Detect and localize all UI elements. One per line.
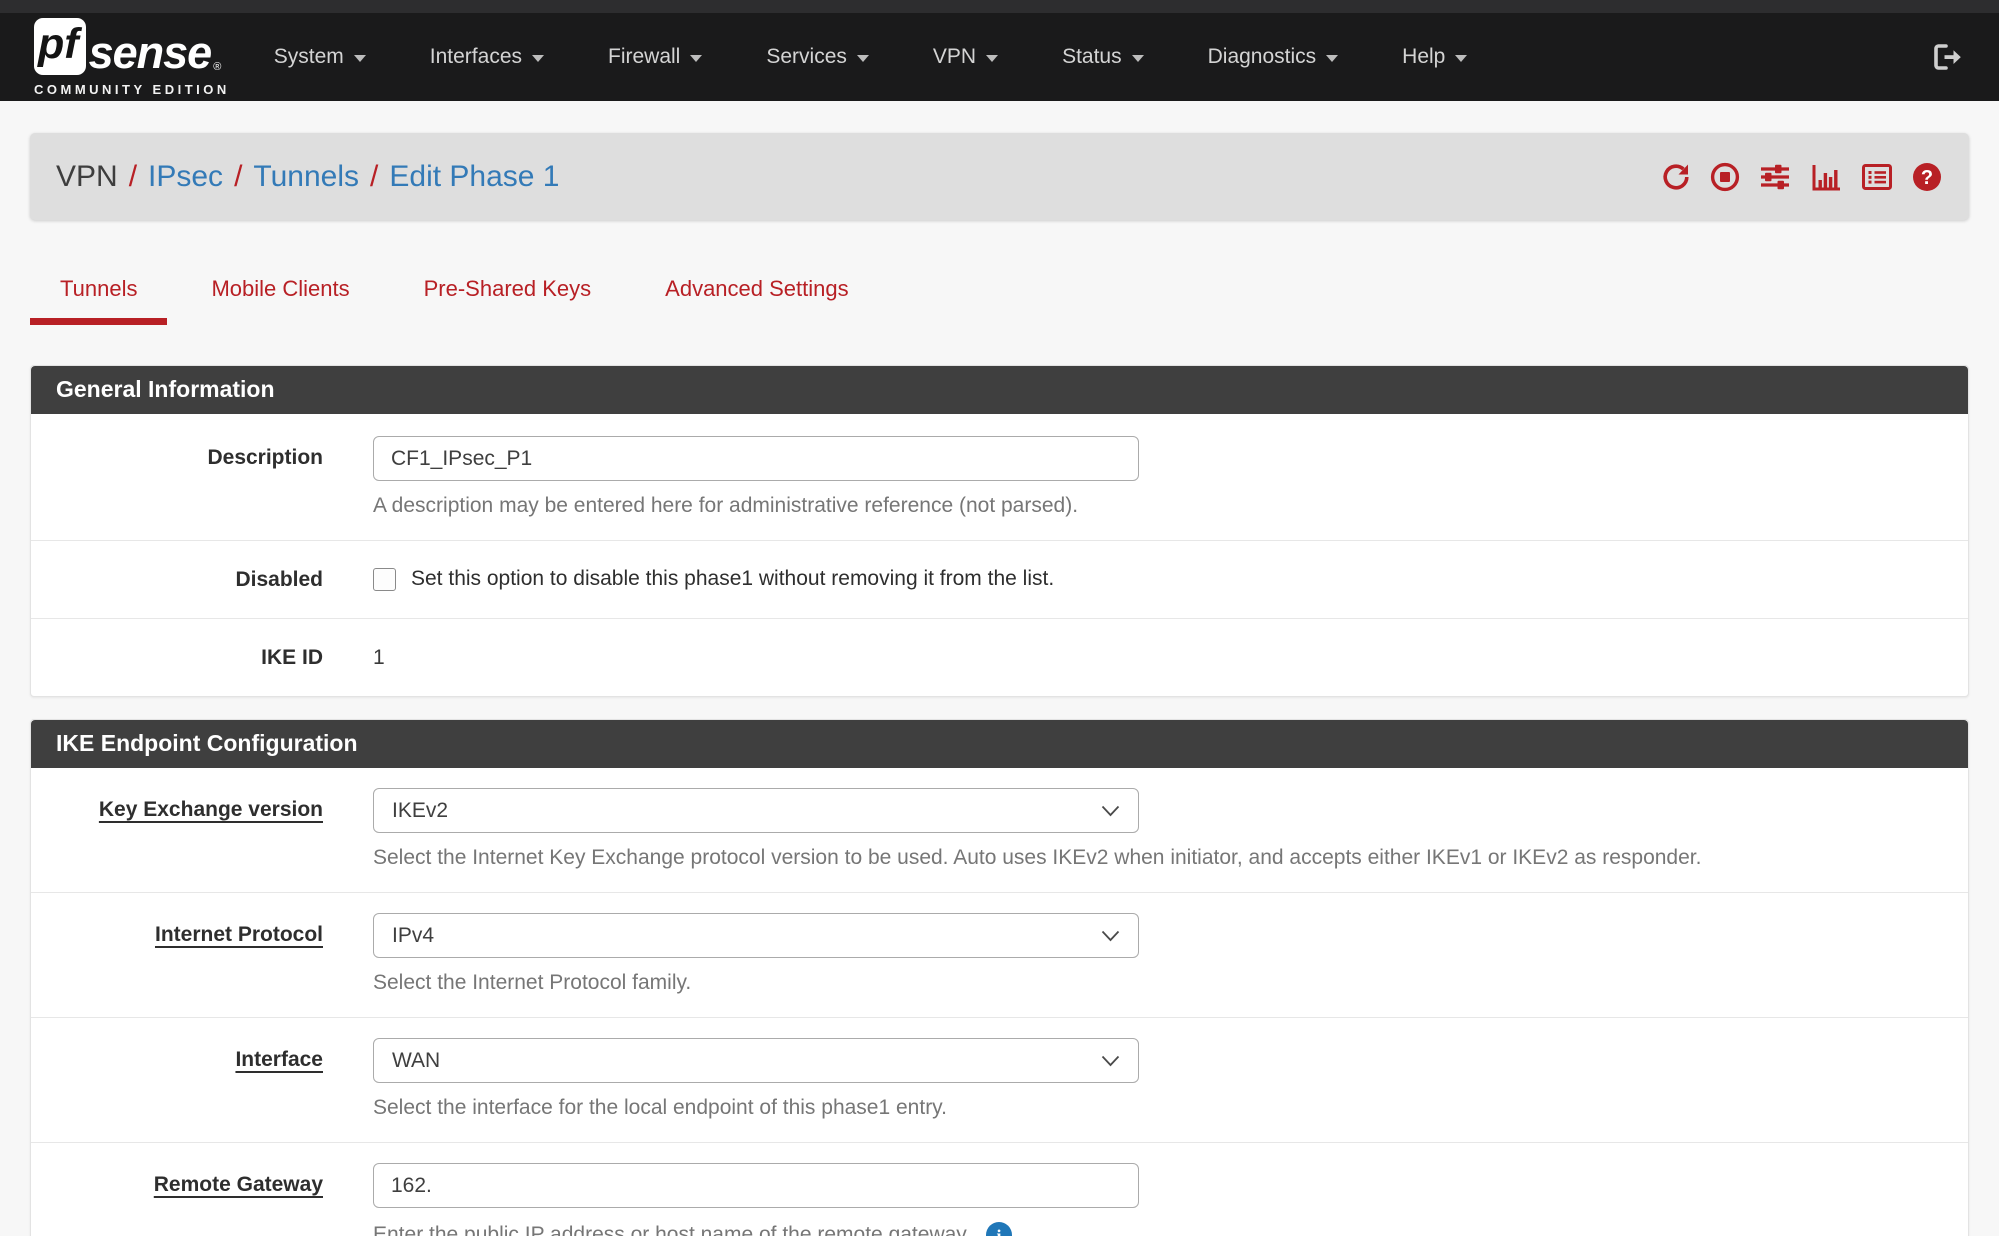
description-label: Description [31,436,373,518]
ike-id-label: IKE ID [31,645,373,670]
ike-endpoint-body: Key Exchange version IKEv2 Select the In… [31,768,1968,1236]
community-edition-label: COMMUNITY EDITION [34,82,230,97]
description-input[interactable] [373,436,1139,481]
breadcrumb-link-tunnels[interactable]: Tunnels [253,160,359,194]
breadcrumb-separator: / [359,160,389,194]
breadcrumb-separator: / [118,160,148,194]
breadcrumb-link-edit-phase-1[interactable]: Edit Phase 1 [389,160,559,194]
interface-row: Interface WAN Select the interface for t… [31,1017,1968,1142]
key-exchange-label: Key Exchange version [31,788,373,870]
disabled-label: Disabled [31,567,373,592]
interface-help: Select the interface for the local endpo… [373,1096,1928,1120]
caret-down-icon [857,55,869,62]
info-icon[interactable]: i [985,1221,1013,1236]
remote-gateway-input[interactable] [373,1163,1139,1208]
pfsense-logo-row: pf sense ® [34,18,230,75]
nav-item-system[interactable]: System [274,45,366,69]
sign-out-icon[interactable] [1929,39,1965,75]
caret-down-icon [1132,55,1144,62]
key-exchange-select[interactable]: IKEv2 [373,788,1139,833]
description-help: A description may be entered here for ad… [373,494,1928,518]
help-glyph: ? [1921,167,1933,189]
ike-endpoint-panel: IKE Endpoint Configuration Key Exchange … [30,719,1969,1236]
caret-down-icon [1326,55,1338,62]
pfsense-logo[interactable]: pf sense ® COMMUNITY EDITION [34,18,230,97]
breadcrumb: VPN / IPsec / Tunnels / Edit Phase 1 [56,160,560,194]
key-exchange-help: Select the Internet Key Exchange protoco… [373,846,1928,870]
nav-item-firewall[interactable]: Firewall [608,45,702,69]
disabled-row: Disabled Set this option to disable this… [31,540,1968,618]
refresh-icon[interactable] [1660,161,1692,193]
breadcrumb-panel: VPN / IPsec / Tunnels / Edit Phase 1 [30,133,1969,220]
bar-chart-icon[interactable] [1809,161,1843,193]
general-information-header: General Information [31,366,1968,414]
pf-logo-text: pf [38,20,79,68]
general-information-body: Description A description may be entered… [31,414,1968,696]
key-exchange-row: Key Exchange version IKEv2 Select the In… [31,768,1968,892]
breadcrumb-separator: / [223,160,253,194]
pf-logo-badge: pf [34,18,86,75]
stop-icon[interactable] [1709,161,1741,193]
caret-down-icon [354,55,366,62]
tab-tunnels[interactable]: Tunnels [30,276,167,325]
registered-mark: ® [213,61,221,75]
pfsense-page: pf sense ® COMMUNITY EDITION System Inte… [0,0,1999,1236]
chevron-down-icon [1101,1055,1120,1067]
list-icon[interactable] [1860,161,1894,193]
chevron-down-icon [1101,805,1120,817]
top-navbar: pf sense ® COMMUNITY EDITION System Inte… [0,13,1999,101]
help-icon[interactable]: ? [1911,161,1943,193]
sense-logo-text: sense [89,30,212,75]
breadcrumb-section: VPN [56,160,118,194]
tab-pre-shared-keys[interactable]: Pre-Shared Keys [394,276,622,325]
caret-down-icon [986,55,998,62]
nav-item-diagnostics[interactable]: Diagnostics [1208,45,1339,69]
tab-advanced-settings[interactable]: Advanced Settings [635,276,878,325]
remote-gateway-label: Remote Gateway [31,1163,373,1236]
nav-item-interfaces[interactable]: Interfaces [430,45,544,69]
interface-label: Interface [31,1038,373,1120]
sliders-icon[interactable] [1758,161,1792,193]
internet-protocol-label: Internet Protocol [31,913,373,995]
internet-protocol-help: Select the Internet Protocol family. [373,971,1928,995]
tab-bar: Tunnels Mobile Clients Pre-Shared Keys A… [30,276,1969,325]
main-menu: System Interfaces Firewall Services VPN … [274,45,1468,69]
info-glyph: i [997,1226,1002,1236]
top-strip [0,0,1999,13]
caret-down-icon [532,55,544,62]
tab-mobile-clients[interactable]: Mobile Clients [181,276,379,325]
nav-item-vpn[interactable]: VPN [933,45,998,69]
internet-protocol-row: Internet Protocol IPv4 Select the Intern… [31,892,1968,1017]
breadcrumb-link-ipsec[interactable]: IPsec [148,160,223,194]
disabled-checkbox[interactable] [373,568,396,591]
ike-id-row: IKE ID 1 [31,618,1968,696]
nav-item-help[interactable]: Help [1402,45,1467,69]
remote-gateway-help: Enter the public IP address or host name… [373,1223,971,1236]
caret-down-icon [1455,55,1467,62]
remote-gateway-row: Remote Gateway Enter the public IP addre… [31,1142,1968,1236]
ike-id-value: 1 [373,645,1928,670]
caret-down-icon [690,55,702,62]
nav-item-status[interactable]: Status [1062,45,1144,69]
internet-protocol-select[interactable]: IPv4 [373,913,1139,958]
ike-endpoint-header: IKE Endpoint Configuration [31,720,1968,768]
chevron-down-icon [1101,930,1120,942]
description-row: Description A description may be entered… [31,414,1968,540]
interface-select[interactable]: WAN [373,1038,1139,1083]
breadcrumb-action-icons: ? [1660,161,1943,193]
disabled-checkbox-text: Set this option to disable this phase1 w… [411,567,1054,591]
nav-item-services[interactable]: Services [766,45,869,69]
general-information-panel: General Information Description A descri… [30,365,1969,697]
